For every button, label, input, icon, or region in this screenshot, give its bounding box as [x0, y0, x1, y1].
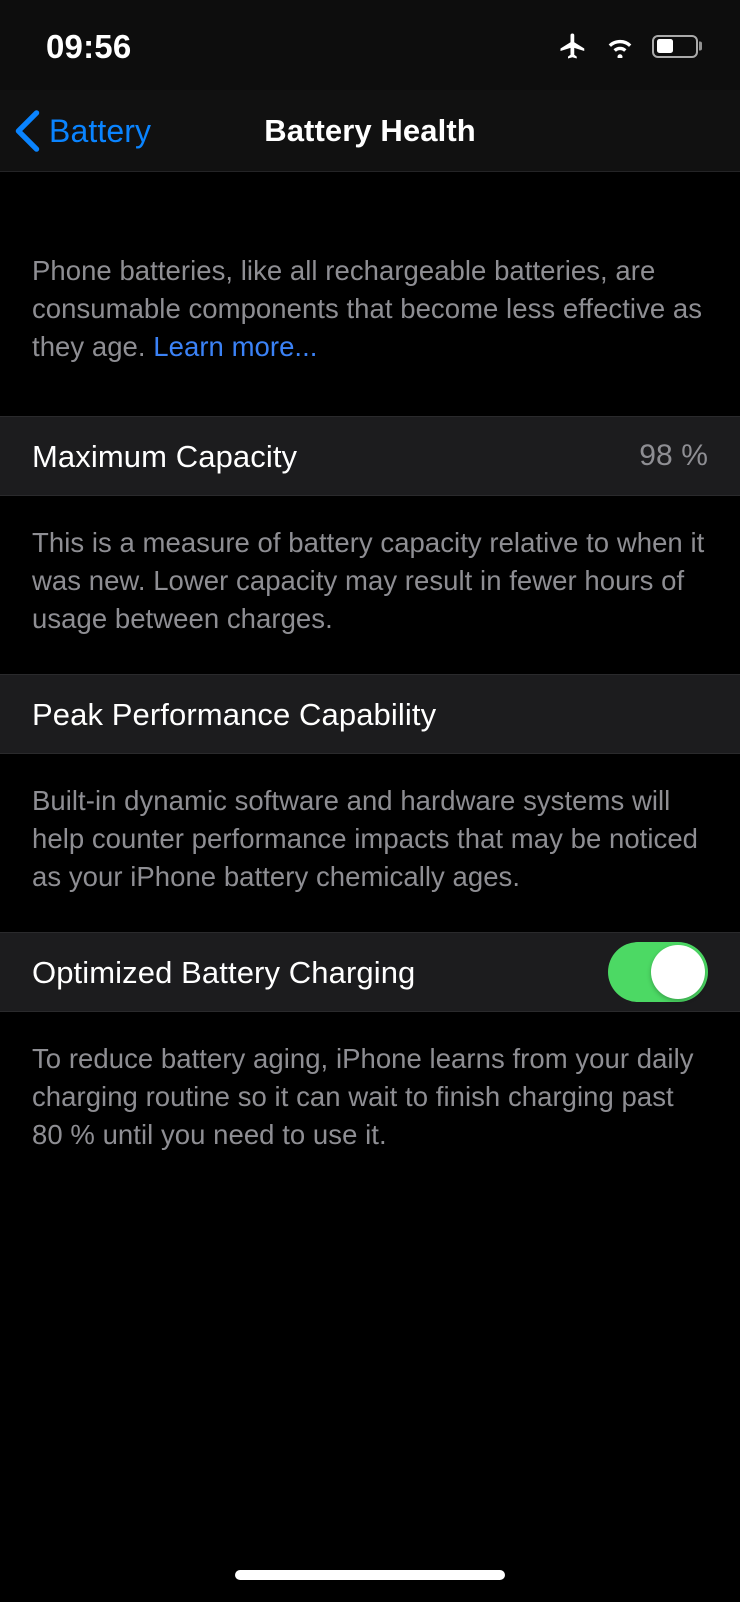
- intro-description-text: Phone batteries, like all rechargeable b…: [32, 255, 703, 362]
- intro-description: Phone batteries, like all rechargeable b…: [0, 252, 740, 366]
- learn-more-link[interactable]: Learn more...: [153, 331, 317, 362]
- maximum-capacity-description: This is a measure of battery capacity re…: [32, 527, 705, 634]
- intro-description-block: Phone batteries, like all rechargeable b…: [0, 172, 740, 416]
- maximum-capacity-description-block: This is a measure of battery capacity re…: [0, 496, 740, 674]
- row-peak-performance-capability[interactable]: Peak Performance Capability: [0, 674, 740, 754]
- maximum-capacity-label: Maximum Capacity: [32, 438, 298, 474]
- row-maximum-capacity[interactable]: Maximum Capacity 98 %: [0, 416, 740, 496]
- row-optimized-battery-charging[interactable]: Optimized Battery Charging: [0, 932, 740, 1012]
- toggle-knob: [651, 945, 705, 999]
- battery-icon: [652, 34, 698, 58]
- wifi-icon: [604, 34, 636, 58]
- iphone-screen: 09:56 Battery Battery Health Phone batte…: [0, 0, 740, 1602]
- navigation-bar: Battery Battery Health: [0, 90, 740, 172]
- chevron-left-icon: [14, 109, 40, 152]
- back-button[interactable]: Battery: [0, 109, 152, 152]
- optimized-battery-charging-toggle[interactable]: [608, 942, 708, 1002]
- maximum-capacity-value: 98 %: [639, 439, 708, 472]
- home-indicator[interactable]: [235, 1570, 505, 1580]
- peak-performance-description-block: Built-in dynamic software and hardware s…: [0, 754, 740, 932]
- status-bar: 09:56: [0, 0, 740, 90]
- optimized-battery-charging-description-block: To reduce battery aging, iPhone learns f…: [0, 1012, 740, 1190]
- peak-performance-description: Built-in dynamic software and hardware s…: [32, 785, 699, 892]
- airplane-mode-icon: [558, 31, 588, 61]
- optimized-battery-charging-label: Optimized Battery Charging: [32, 954, 416, 990]
- status-bar-icons: [558, 31, 698, 61]
- back-button-label: Battery: [49, 112, 152, 149]
- status-bar-clock: 09:56: [46, 27, 132, 65]
- settings-content: Phone batteries, like all rechargeable b…: [0, 172, 740, 1602]
- peak-performance-capability-label: Peak Performance Capability: [32, 696, 437, 732]
- optimized-battery-charging-description: To reduce battery aging, iPhone learns f…: [32, 1043, 694, 1150]
